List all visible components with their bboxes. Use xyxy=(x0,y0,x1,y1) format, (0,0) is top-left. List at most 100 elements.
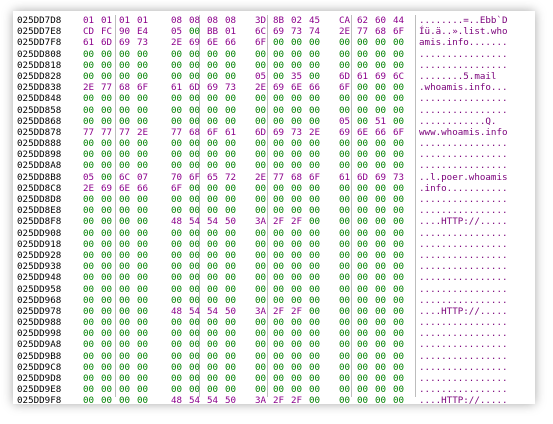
hex-byte[interactable]: 00 xyxy=(339,395,357,406)
hex-byte[interactable]: 61 xyxy=(83,37,101,48)
hex-byte[interactable]: 00 xyxy=(189,105,207,116)
hex-byte[interactable]: 00 xyxy=(255,261,273,272)
hex-byte[interactable]: 00 xyxy=(339,295,357,306)
hex-byte[interactable]: 00 xyxy=(83,194,101,205)
hex-byte[interactable]: 00 xyxy=(225,194,243,205)
hex-byte[interactable]: 00 xyxy=(393,194,411,205)
hex-byte[interactable]: 6F xyxy=(137,82,155,93)
hex-byte[interactable]: 00 xyxy=(339,228,357,239)
hex-byte[interactable]: 6C xyxy=(255,26,273,37)
hex-byte[interactable]: 00 xyxy=(171,351,189,362)
hex-byte[interactable]: 00 xyxy=(83,272,101,283)
hex-byte[interactable]: 2E xyxy=(255,82,273,93)
hex-byte[interactable]: 00 xyxy=(291,205,309,216)
hex-byte[interactable]: 00 xyxy=(357,93,375,104)
hex-byte[interactable]: 69 xyxy=(339,127,357,138)
hex-byte[interactable]: 00 xyxy=(273,250,291,261)
hex-byte[interactable]: 00 xyxy=(189,160,207,171)
hex-byte[interactable]: 00 xyxy=(119,71,137,82)
hex-byte[interactable]: 00 xyxy=(119,149,137,160)
hex-byte[interactable]: 00 xyxy=(171,328,189,339)
hex-byte[interactable]: 00 xyxy=(273,37,291,48)
hex-byte[interactable]: 00 xyxy=(83,105,101,116)
hex-byte[interactable]: 73 xyxy=(291,127,309,138)
hex-byte[interactable]: 00 xyxy=(375,272,393,283)
hex-byte[interactable]: 00 xyxy=(357,82,375,93)
hex-byte[interactable]: 00 xyxy=(119,272,137,283)
hex-byte[interactable]: 00 xyxy=(207,284,225,295)
hex-byte[interactable]: 00 xyxy=(375,216,393,227)
hex-byte[interactable]: 00 xyxy=(357,384,375,395)
hex-byte[interactable]: 00 xyxy=(189,71,207,82)
hex-byte[interactable]: 54 xyxy=(207,395,225,406)
hex-byte[interactable]: 00 xyxy=(339,351,357,362)
hex-byte[interactable]: 00 xyxy=(207,160,225,171)
hex-byte[interactable]: 00 xyxy=(225,384,243,395)
hex-byte[interactable]: 61 xyxy=(225,127,243,138)
hex-byte[interactable]: 69 xyxy=(119,37,137,48)
hex-byte[interactable]: 2F xyxy=(291,216,309,227)
hex-byte[interactable]: 00 xyxy=(309,339,327,350)
hex-byte[interactable]: 00 xyxy=(339,239,357,250)
hex-byte[interactable]: 00 xyxy=(171,317,189,328)
hex-byte[interactable]: 00 xyxy=(119,205,137,216)
hex-byte[interactable]: 00 xyxy=(273,194,291,205)
hex-byte[interactable]: 00 xyxy=(273,261,291,272)
hex-byte[interactable]: 3A xyxy=(255,395,273,406)
hex-byte[interactable]: 00 xyxy=(375,328,393,339)
hex-byte[interactable]: 44 xyxy=(393,15,411,26)
hex-byte[interactable]: 00 xyxy=(225,284,243,295)
hex-byte[interactable]: 00 xyxy=(291,317,309,328)
hex-byte[interactable]: 00 xyxy=(357,284,375,295)
hex-byte[interactable]: 00 xyxy=(137,149,155,160)
hex-byte[interactable]: 00 xyxy=(357,37,375,48)
hex-byte[interactable]: 00 xyxy=(137,306,155,317)
hex-byte[interactable]: 00 xyxy=(119,49,137,60)
hex-byte[interactable]: 00 xyxy=(291,328,309,339)
hex-byte[interactable]: 45 xyxy=(309,15,327,26)
hex-byte[interactable]: 00 xyxy=(339,362,357,373)
hex-byte[interactable]: 2F xyxy=(291,306,309,317)
hex-byte[interactable]: 00 xyxy=(393,272,411,283)
hex-byte[interactable]: 00 xyxy=(119,373,137,384)
hex-byte[interactable]: 00 xyxy=(137,116,155,127)
hex-byte[interactable]: 77 xyxy=(273,172,291,183)
hex-byte[interactable]: 00 xyxy=(357,160,375,171)
hex-byte[interactable]: 00 xyxy=(119,93,137,104)
hex-byte[interactable]: 00 xyxy=(291,138,309,149)
hex-byte[interactable]: 00 xyxy=(291,362,309,373)
hex-byte[interactable]: 2F xyxy=(273,395,291,406)
hex-byte[interactable]: 6C xyxy=(393,71,411,82)
hex-byte[interactable]: 6C xyxy=(119,172,137,183)
hex-byte[interactable]: 69 xyxy=(273,127,291,138)
hex-byte[interactable]: 00 xyxy=(137,328,155,339)
hex-byte[interactable]: 6E xyxy=(119,183,137,194)
hex-byte[interactable]: 00 xyxy=(291,261,309,272)
hex-byte[interactable]: 00 xyxy=(273,49,291,60)
hex-byte[interactable]: 00 xyxy=(375,351,393,362)
hex-byte[interactable]: 00 xyxy=(375,373,393,384)
hex-byte[interactable]: 66 xyxy=(137,183,155,194)
hex-byte[interactable]: 00 xyxy=(189,26,207,37)
hex-byte[interactable]: 00 xyxy=(255,149,273,160)
hex-byte[interactable]: 00 xyxy=(273,116,291,127)
hex-byte[interactable]: 00 xyxy=(83,250,101,261)
hex-byte[interactable]: 00 xyxy=(83,205,101,216)
hex-byte[interactable]: 00 xyxy=(207,205,225,216)
hex-byte[interactable]: 61 xyxy=(357,71,375,82)
hex-byte[interactable]: 00 xyxy=(101,116,119,127)
hex-byte[interactable]: 00 xyxy=(225,362,243,373)
hex-byte[interactable]: 6F xyxy=(171,183,189,194)
hex-byte[interactable]: 00 xyxy=(255,351,273,362)
hex-byte[interactable]: 69 xyxy=(101,183,119,194)
hex-byte[interactable]: 00 xyxy=(225,93,243,104)
hex-byte[interactable]: 00 xyxy=(171,116,189,127)
hex-byte[interactable]: 01 xyxy=(83,15,101,26)
hex-byte[interactable]: 6D xyxy=(357,172,375,183)
hex-byte[interactable]: 00 xyxy=(119,317,137,328)
hex-byte[interactable]: 00 xyxy=(393,205,411,216)
hex-byte[interactable]: 00 xyxy=(393,60,411,71)
hex-byte[interactable]: 00 xyxy=(375,82,393,93)
hex-byte[interactable]: 00 xyxy=(339,261,357,272)
hex-byte[interactable]: 00 xyxy=(83,149,101,160)
